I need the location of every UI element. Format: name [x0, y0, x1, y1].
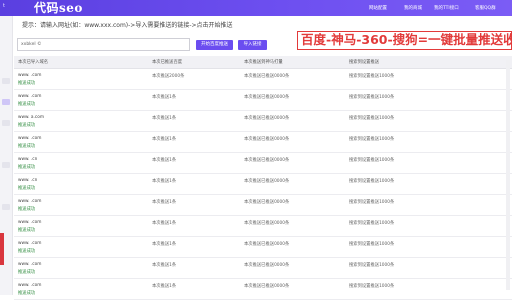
nav-item-my-shop[interactable]: 我的商城: [404, 5, 422, 11]
table-row: www. .com 推送成功 本次推送1条 本次推送已推送0000条 搜索到设置推送10…: [14, 237, 512, 258]
row-baidu: 本次推送1条: [152, 242, 177, 247]
promo-banner: 百度-神马-360-搜狗=一键批量推送收: [297, 31, 512, 50]
row-status: 推送成功: [18, 249, 36, 254]
import-links-button[interactable]: 导入链接: [238, 40, 267, 50]
row-domain[interactable]: www. a.com: [18, 115, 44, 120]
row-status: 推送成功: [18, 207, 36, 212]
row-baidu: 本次推送1条: [152, 158, 177, 163]
instruction-hint: 提示：请输入网址(如：www.xxx.com)->导入需要推送的链接->点击开始…: [22, 22, 233, 29]
row-search: 搜索到设置推送1000条: [349, 95, 395, 100]
table-row: www. .com 推送成功 本次推送1条 本次推送已推送0000条 搜索到设置推送10…: [14, 258, 512, 279]
sidebar-item[interactable]: [2, 78, 10, 84]
row-domain[interactable]: www. .cn: [18, 157, 37, 162]
row-search: 搜索到设置推送1000条: [349, 284, 395, 289]
top-bar: t 代码seo 网站配置 我的商城 我的TTI接口 客服QQ群: [0, 0, 512, 16]
row-search: 搜索到设置推送1000条: [349, 116, 395, 121]
row-shenma: 本次推送已推送0000条: [244, 179, 290, 184]
table-row: www. .cn 推送成功 本次推送1条 本次推送已推送0000条 搜索到设置推送100…: [14, 153, 512, 174]
row-baidu: 本次推送1条: [152, 179, 177, 184]
row-domain[interactable]: www. .com: [18, 241, 41, 246]
header-baidu: 本次已推送百度: [152, 60, 183, 65]
row-domain[interactable]: www. .com: [18, 199, 41, 204]
row-baidu: 本次推送1条: [152, 284, 177, 289]
row-shenma: 本次推送已推送0000条: [244, 74, 290, 79]
row-domain[interactable]: www. .com: [18, 73, 41, 78]
row-status: 推送成功: [18, 144, 36, 149]
row-status: 推送成功: [18, 291, 36, 296]
row-search: 搜索到设置推送1000条: [349, 137, 395, 142]
row-domain[interactable]: www. .com: [18, 136, 41, 141]
row-shenma: 本次推送已推送0000条: [244, 200, 290, 205]
sidebar-item-active[interactable]: [2, 99, 10, 105]
row-search: 搜索到设置推送1000条: [349, 242, 395, 247]
table-row: www. .com 推送成功 本次推送1条 本次推送已推送0000条 搜索到设置推送10…: [14, 90, 512, 111]
row-domain[interactable]: www. .com: [18, 94, 41, 99]
row-domain[interactable]: www. .cn: [18, 178, 37, 183]
row-search: 搜索到设置推送1000条: [349, 158, 395, 163]
sidebar-item[interactable]: [2, 204, 10, 210]
table-row: www. .com 推送成功 本次推送1条 本次推送已推送0000条 搜索到设置推送10…: [14, 216, 512, 237]
row-shenma: 本次推送已推送0000条: [244, 221, 290, 226]
table-row: www. .cn 推送成功 本次推送1条 本次推送已推送0000条 搜索到设置推送100…: [14, 174, 512, 195]
table-row: www. a.com 推送成功 本次推送1条 本次推送已推送0000条 搜索到设置推送1…: [14, 111, 512, 132]
row-shenma: 本次推送已推送0000条: [244, 242, 290, 247]
header-shenma: 本次推送到神马打量: [244, 60, 283, 65]
sidebar-item[interactable]: [2, 120, 10, 126]
row-search: 搜索到设置推送1000条: [349, 74, 395, 79]
watermark-logo: 代码seo: [34, 1, 83, 15]
sidebar-red-marker: [0, 233, 4, 265]
row-shenma: 本次推送已推送0000条: [244, 137, 290, 142]
row-shenma: 本次推送已推送0000条: [244, 284, 290, 289]
row-baidu: 本次推送1条: [152, 95, 177, 100]
row-status: 推送成功: [18, 186, 36, 191]
url-input[interactable]: xxbkel ©: [17, 38, 190, 51]
row-domain[interactable]: www. .com: [18, 262, 41, 267]
table-row: www. .com 推送成功 本次推送1条 本次推送已推送0000条 搜索到设置推送10…: [14, 279, 512, 300]
row-baidu: 本次推送1条: [152, 137, 177, 142]
row-baidu: 本次推送1条: [152, 221, 177, 226]
row-search: 搜索到设置推送1000条: [349, 200, 395, 205]
row-status: 推送成功: [18, 270, 36, 275]
row-status: 推送成功: [18, 123, 36, 128]
row-domain[interactable]: www. .com: [18, 220, 41, 225]
row-shenma: 本次推送已推送0000条: [244, 116, 290, 121]
row-search: 搜索到设置推送1000条: [349, 179, 395, 184]
scrollbar[interactable]: [506, 60, 510, 290]
row-search: 搜索到设置推送1000条: [349, 221, 395, 226]
row-domain[interactable]: www. .com: [18, 283, 41, 288]
table-row: www. .com 推送成功 本次推送1条 本次推送已推送0000条 搜索到设置推送10…: [14, 195, 512, 216]
row-search: 搜索到设置推送1000条: [349, 263, 395, 268]
app-brand: t: [3, 3, 5, 9]
start-baidu-push-button[interactable]: 开始百度推送: [196, 40, 233, 50]
row-baidu: 本次推送1条: [152, 200, 177, 205]
row-status: 推送成功: [18, 81, 36, 86]
header-domain: 本次已导入域名: [18, 60, 49, 65]
push-results-table: 本次已导入域名 本次已推送百度 本次推送到神马打量 搜索到设置推送 www. .…: [14, 56, 512, 300]
table-header: 本次已导入域名 本次已推送百度 本次推送到神马打量 搜索到设置推送: [14, 56, 512, 69]
row-status: 推送成功: [18, 228, 36, 233]
table-row: www. .com 推送成功 本次推送2000条 本次推送已推送0000条 搜索到设置推…: [14, 69, 512, 90]
row-status: 推送成功: [18, 102, 36, 107]
row-baidu: 本次推送1条: [152, 116, 177, 121]
row-baidu: 本次推送1条: [152, 263, 177, 268]
header-search: 搜索到设置推送: [349, 60, 380, 65]
row-baidu: 本次推送2000条: [152, 74, 185, 79]
row-shenma: 本次推送已推送0000条: [244, 158, 290, 163]
row-shenma: 本次推送已推送0000条: [244, 263, 290, 268]
sidebar-item[interactable]: [2, 162, 10, 168]
row-shenma: 本次推送已推送0000条: [244, 95, 290, 100]
table-row: www. .com 推送成功 本次推送1条 本次推送已推送0000条 搜索到设置推送10…: [14, 132, 512, 153]
nav-item-qq-group[interactable]: 客服QQ群: [475, 5, 496, 11]
nav-item-site-config[interactable]: 网站配置: [369, 5, 387, 11]
row-status: 推送成功: [18, 165, 36, 170]
nav-item-api[interactable]: 我的TTI接口: [434, 5, 459, 11]
